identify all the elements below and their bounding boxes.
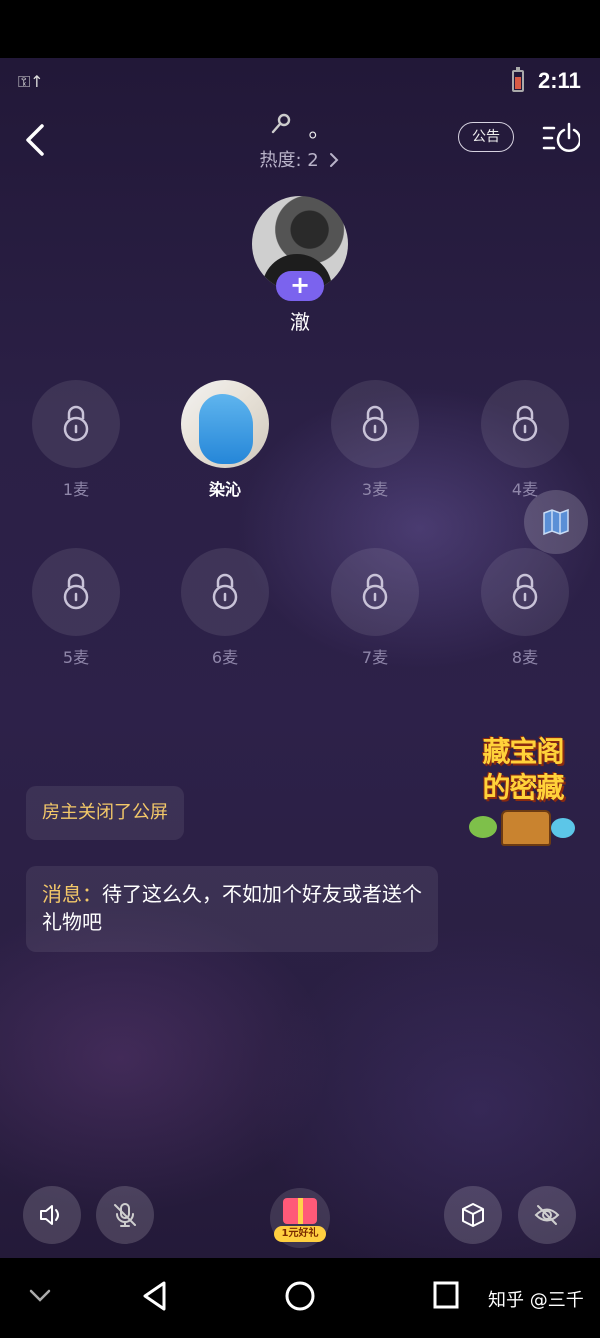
gift-tag: 1元好礼 <box>274 1226 326 1242</box>
gift-button[interactable]: 1元好礼 <box>270 1188 330 1248</box>
chevron-down-icon <box>29 1289 51 1302</box>
banner-title: 藏宝阁 的密藏 <box>482 735 564 804</box>
mic-seat-8[interactable] <box>481 548 569 636</box>
back-button[interactable] <box>22 120 52 160</box>
exit-room-button[interactable] <box>540 118 582 158</box>
treasure-event-banner[interactable]: 藏宝阁 的密藏 <box>465 734 581 850</box>
lock-icon <box>63 573 89 610</box>
seat-label-3: 3麦 <box>361 480 389 499</box>
lock-icon <box>63 405 89 442</box>
chevron-left-icon <box>26 124 44 156</box>
mic-seat-7[interactable] <box>331 548 419 636</box>
room-title-block[interactable]: 。 热度: 2 <box>200 112 400 172</box>
power-exit-icon <box>542 122 582 153</box>
square-recents-icon <box>433 1281 459 1309</box>
lock-icon <box>362 573 388 610</box>
nav-home-button[interactable] <box>284 1280 316 1316</box>
speaker-button[interactable] <box>23 1186 81 1244</box>
status-time: 2:11 <box>538 68 581 93</box>
announcement-button[interactable]: 公告 <box>458 122 514 152</box>
seat-label-6: 6麦 <box>211 648 239 667</box>
heat-label: 热度: 2 <box>259 150 319 171</box>
message-prefix: 消息： <box>42 882 102 906</box>
system-nav-bar: 知乎 @三千 <box>0 1258 600 1338</box>
triangle-back-icon <box>143 1281 166 1311</box>
watermark: 知乎 @三千 <box>488 1290 584 1311</box>
mic-seat-4[interactable] <box>481 380 569 468</box>
chat-message: 消息：待了这么久，不如加个好友或者送个礼物吧 <box>26 866 438 952</box>
mic-seat-5[interactable] <box>32 548 120 636</box>
hide-effects-button[interactable] <box>518 1186 576 1244</box>
lock-icon <box>212 573 238 610</box>
wifi-key-icon: ⚿↑ <box>18 72 44 91</box>
room-title: 。 <box>308 118 331 143</box>
lock-icon <box>362 405 388 442</box>
mic-seat-3[interactable] <box>331 380 419 468</box>
battery-icon <box>512 67 524 92</box>
treasure-chest-icon <box>501 810 551 846</box>
box-button[interactable] <box>444 1186 502 1244</box>
seat-label-1: 1麦 <box>62 480 90 499</box>
nav-back-button[interactable] <box>140 1280 170 1316</box>
nav-collapse-button[interactable] <box>28 1288 52 1308</box>
status-bar: ⚿↑ 2:11 <box>0 58 600 104</box>
cube-icon <box>462 1203 484 1227</box>
seat-label-2: 染沁 <box>208 480 241 499</box>
host-name: 澈 <box>290 310 310 334</box>
seat-label-8: 8麦 <box>511 648 539 667</box>
lock-icon <box>512 573 538 610</box>
key-icon <box>269 112 293 142</box>
follow-button[interactable]: + <box>276 271 324 301</box>
seat-label-5: 5麦 <box>62 648 90 667</box>
speaker-icon <box>40 1205 59 1225</box>
heat-indicator[interactable]: 热度: 2 <box>200 146 400 172</box>
mic-seat-6[interactable] <box>181 548 269 636</box>
lock-icon <box>512 405 538 442</box>
frog-graphic <box>469 816 497 838</box>
voice-room-screen: ⚿↑ 2:11 。 热度: 2 公告 + 澈 1麦 染沁 3麦 4麦 5麦 6麦… <box>0 58 600 1258</box>
eye-off-icon <box>534 1205 560 1225</box>
nav-recents-button[interactable] <box>432 1280 460 1314</box>
fish-graphic <box>551 818 575 838</box>
mic-off-icon <box>114 1203 136 1227</box>
system-notice: 房主关闭了公屏 <box>26 786 184 840</box>
chevron-right-icon <box>330 153 339 167</box>
map-cube-icon <box>543 508 569 536</box>
seat-label-7: 7麦 <box>361 648 389 667</box>
mic-seat-1[interactable] <box>32 380 120 468</box>
circle-home-icon <box>285 1281 315 1311</box>
floating-game-button[interactable] <box>524 490 588 554</box>
mic-seat-2-avatar[interactable] <box>181 380 269 468</box>
top-black-bar <box>0 0 600 58</box>
mic-mute-button[interactable] <box>96 1186 154 1244</box>
